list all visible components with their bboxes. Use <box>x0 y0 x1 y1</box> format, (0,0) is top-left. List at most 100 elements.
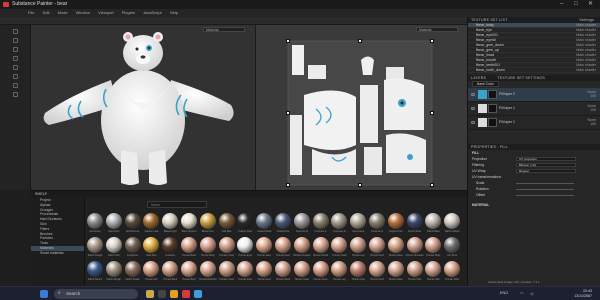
uv-handle-bl[interactable] <box>286 183 290 187</box>
substance-painter-taskbar-icon[interactable] <box>182 290 190 298</box>
texture-set-item[interactable]: fbear_tooth_down Main shader <box>468 68 600 73</box>
taskbar-app-icon-1[interactable] <box>146 290 154 298</box>
material-ball[interactable] <box>350 261 367 277</box>
close-icon[interactable]: ✕ <box>588 0 593 9</box>
material-ball[interactable] <box>331 261 348 277</box>
material-ball[interactable] <box>350 237 367 253</box>
material-ball[interactable] <box>406 237 423 253</box>
material-ball[interactable] <box>444 237 461 253</box>
material-ball[interactable] <box>369 237 385 253</box>
material-ball[interactable] <box>143 213 160 229</box>
viewport-3d[interactable]: Material <box>31 25 255 190</box>
uv-handle-left[interactable] <box>286 111 290 115</box>
texture-set-shader[interactable]: Main shader <box>576 68 596 73</box>
material-section[interactable]: MATERIAL <box>468 202 600 208</box>
material-ball[interactable] <box>312 237 329 253</box>
material-ball[interactable] <box>387 237 404 253</box>
material-ball[interactable] <box>162 213 179 229</box>
eraser-icon[interactable] <box>13 38 18 43</box>
material-ball[interactable] <box>162 237 179 253</box>
slider-track[interactable] <box>516 189 574 190</box>
clone-icon[interactable] <box>13 74 18 79</box>
shelf-search-input[interactable]: Name <box>147 201 207 208</box>
material-ball[interactable] <box>124 237 141 253</box>
material-ball[interactable] <box>387 261 404 277</box>
menu-window[interactable]: Window <box>76 10 90 15</box>
material-ball[interactable] <box>293 261 310 277</box>
shelf-category-item[interactable]: Smart materials <box>31 251 84 256</box>
wifi-icon[interactable]: ◠ <box>520 291 523 296</box>
menu-viewport[interactable]: Viewport <box>98 10 114 15</box>
property-dropdown[interactable]: Bilinear | HQ <box>516 163 576 167</box>
layer-row[interactable]: Fill layer 1 Norm 100 <box>468 102 600 116</box>
material-ball[interactable] <box>275 213 291 229</box>
material-ball[interactable] <box>369 213 385 229</box>
material-ball[interactable] <box>218 261 235 277</box>
menu-help[interactable]: Help <box>170 10 178 15</box>
material-ball[interactable] <box>143 261 160 277</box>
material-ball[interactable] <box>275 237 291 253</box>
menu-edit[interactable]: Edit <box>43 10 50 15</box>
menu-plugins[interactable]: Plugins <box>122 10 135 15</box>
layer-row[interactable]: Fill layer 1 Norm 100 <box>468 116 600 130</box>
material-ball[interactable] <box>181 213 197 229</box>
browser-icon[interactable] <box>194 290 202 298</box>
uv-handle-right[interactable] <box>430 111 434 115</box>
windows-start-icon[interactable] <box>40 290 48 298</box>
taskbar-clock[interactable]: 22:43 13/11/2567 <box>574 289 592 299</box>
material-ball[interactable] <box>312 261 329 277</box>
layer-blend-mode[interactable]: Norm 100 <box>587 118 596 126</box>
material-ball[interactable] <box>312 213 329 229</box>
material-ball[interactable] <box>237 237 254 253</box>
language-indicator[interactable]: ENG <box>500 291 508 295</box>
material-ball[interactable] <box>369 261 385 277</box>
visibility-eye-icon[interactable] <box>471 93 475 96</box>
material-ball[interactable] <box>105 213 122 229</box>
material-ball[interactable] <box>218 237 235 253</box>
material-ball[interactable] <box>387 213 404 229</box>
maximize-icon[interactable]: □ <box>574 0 578 9</box>
visibility-eye-icon[interactable] <box>471 107 475 110</box>
file-explorer-icon[interactable] <box>170 290 178 298</box>
material-ball[interactable] <box>406 261 423 277</box>
material-ball[interactable] <box>293 237 310 253</box>
bake-icon[interactable] <box>13 92 18 97</box>
layer-blend-mode[interactable]: Norm 100 <box>587 104 596 112</box>
material-ball[interactable] <box>293 213 310 229</box>
material-ball[interactable] <box>331 213 348 229</box>
material-ball[interactable] <box>256 261 273 277</box>
uv-handle-tl[interactable] <box>286 39 290 43</box>
material-ball[interactable] <box>444 261 461 277</box>
uv-handle-top[interactable] <box>358 39 362 43</box>
taskbar-app-icon-2[interactable] <box>158 290 166 298</box>
material-ball[interactable] <box>425 261 442 277</box>
taskbar-search[interactable]: Search <box>54 289 138 299</box>
material-ball[interactable] <box>162 261 179 277</box>
material-ball[interactable] <box>199 237 216 253</box>
material-ball[interactable] <box>105 261 122 277</box>
material-ball[interactable] <box>237 261 254 277</box>
material-ball[interactable] <box>425 237 442 253</box>
volume-icon[interactable]: ◁ <box>530 291 533 296</box>
smudge-icon[interactable] <box>13 65 18 70</box>
material-ball[interactable] <box>406 213 423 229</box>
material-ball[interactable] <box>124 261 141 277</box>
slider-track[interactable] <box>516 195 574 196</box>
material-ball[interactable] <box>181 237 197 253</box>
polygon-fill-icon[interactable] <box>13 56 18 61</box>
material-ball[interactable] <box>218 213 235 229</box>
material-ball[interactable] <box>256 237 273 253</box>
material-ball[interactable] <box>444 213 461 229</box>
minimize-icon[interactable]: – <box>560 0 563 9</box>
menu-javascript[interactable]: JavaScript <box>143 10 162 15</box>
tab-layers[interactable]: LAYERS <box>471 76 486 80</box>
material-ball[interactable] <box>87 213 103 229</box>
channel-select[interactable]: Base Color <box>472 81 499 87</box>
material-ball[interactable] <box>105 237 122 253</box>
menu-file[interactable]: File <box>28 10 34 15</box>
material-ball[interactable] <box>87 261 103 277</box>
material-ball[interactable] <box>199 213 216 229</box>
visibility-eye-icon[interactable] <box>471 121 475 124</box>
material-ball[interactable] <box>199 261 216 277</box>
layer-row[interactable]: Fill layer 2 Norm 100 <box>468 88 600 102</box>
